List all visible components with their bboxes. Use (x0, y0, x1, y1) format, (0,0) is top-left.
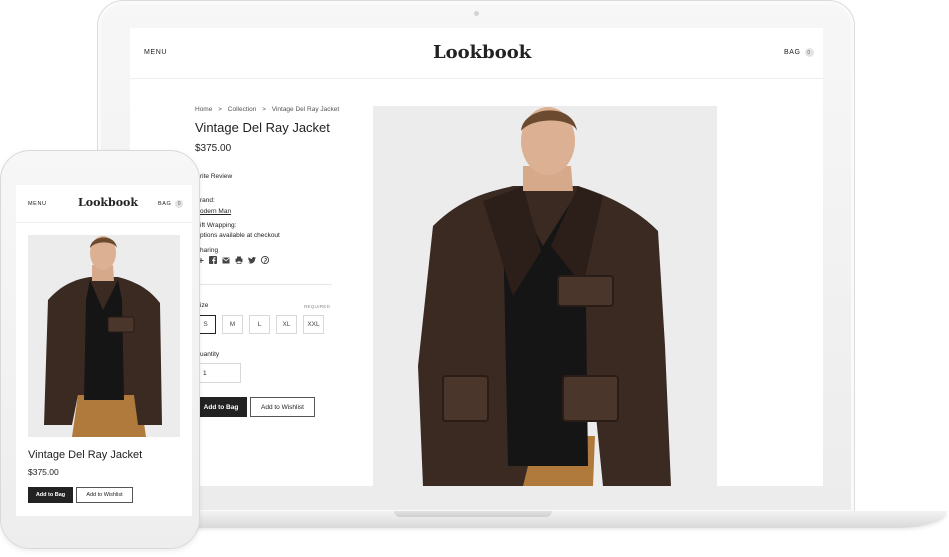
facebook-icon[interactable] (209, 256, 217, 264)
mobile-bag-button[interactable]: BAG 0 (158, 200, 184, 208)
product-image[interactable] (373, 106, 717, 486)
product-title: Vintage Del Ray Jacket (195, 120, 330, 135)
bag-button[interactable]: BAG 0 (784, 48, 814, 57)
write-review-link[interactable]: rite Review (200, 173, 232, 180)
twitter-icon[interactable] (248, 256, 256, 264)
laptop-camera (474, 11, 479, 16)
section-divider (195, 284, 332, 285)
mobile-screen: MENU Lookbook BAG 0 Vintage Del Ray Jack… (16, 185, 192, 516)
mobile-header: MENU Lookbook BAG 0 (16, 185, 192, 223)
add-to-bag-button[interactable]: Add to Bag (195, 397, 247, 417)
menu-button[interactable]: MENU (144, 49, 167, 56)
breadcrumb-current: Vintage Del Ray Jacket (271, 106, 340, 113)
email-icon[interactable] (222, 257, 230, 264)
size-option-xl[interactable]: XL (276, 315, 297, 334)
breadcrumb-separator: > (218, 106, 222, 113)
mobile-menu-button[interactable]: MENU (28, 201, 47, 207)
add-to-wishlist-button[interactable]: Add to Wishlist (250, 397, 315, 417)
sharing-label: haring (200, 247, 219, 254)
laptop-notch (394, 511, 552, 517)
mobile-model-photo (28, 235, 180, 437)
bag-count-badge: 0 (804, 48, 814, 57)
quantity-input[interactable]: 1 (195, 363, 241, 383)
model-photo (373, 106, 717, 486)
breadcrumb-home[interactable]: Home (195, 106, 212, 113)
size-option-l[interactable]: L (249, 315, 270, 334)
share-icons (198, 256, 269, 264)
mobile-product-image[interactable] (28, 235, 180, 437)
breadcrumb-separator: > (262, 106, 266, 113)
mobile-product-price: $375.00 (28, 467, 59, 477)
breadcrumb-collection[interactable]: Collection (228, 106, 257, 113)
print-icon[interactable] (235, 256, 243, 264)
size-selector: S M L XL XXL (195, 315, 324, 334)
pinterest-icon[interactable] (261, 256, 269, 264)
gift-wrapping-label: ift Wrapping: (200, 222, 237, 229)
quantity-label: uantity (200, 351, 220, 358)
product-price: $375.00 (195, 143, 232, 154)
mobile-bag-label: BAG (158, 201, 172, 207)
brand-link[interactable]: odern Man (200, 208, 231, 215)
breadcrumb: Home > Collection > Vintage Del Ray Jack… (195, 106, 343, 113)
phone-frame: MENU Lookbook BAG 0 Vintage Del Ray Jack… (0, 150, 200, 549)
mobile-product-title: Vintage Del Ray Jacket (28, 449, 143, 461)
gift-wrapping-value: ptions available at checkout (200, 232, 280, 239)
size-label: ize (200, 302, 209, 309)
mobile-add-to-bag-button[interactable]: Add to Bag (28, 487, 73, 503)
logo[interactable]: Lookbook (433, 42, 531, 63)
size-option-m[interactable]: M (222, 315, 243, 334)
bag-label: BAG (784, 49, 801, 56)
mobile-bag-count-badge: 0 (175, 200, 184, 208)
mobile-logo[interactable]: Lookbook (78, 196, 138, 209)
brand-label: rand: (200, 197, 215, 204)
mobile-add-to-wishlist-button[interactable]: Add to Wishlist (76, 487, 133, 503)
desktop-header: MENU Lookbook BAG 0 (130, 28, 823, 79)
desktop-screen: MENU Lookbook BAG 0 Home > Collection > … (130, 28, 823, 486)
size-option-xxl[interactable]: XXL (303, 315, 324, 334)
required-label: REQUIRED (304, 304, 331, 309)
